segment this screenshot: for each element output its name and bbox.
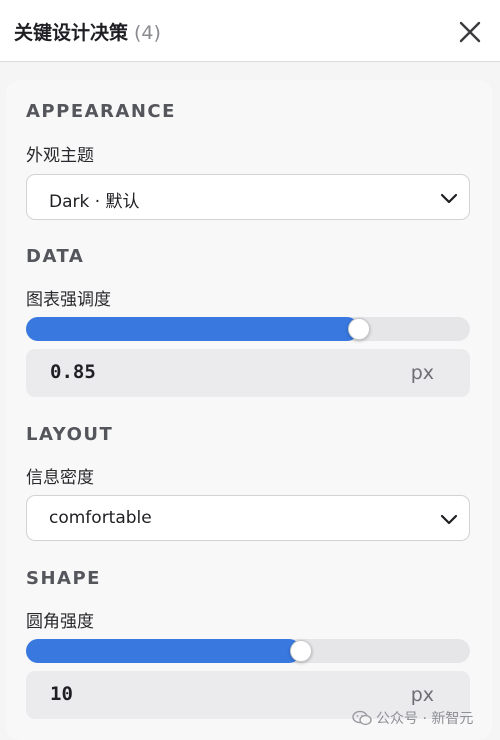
density-label: 信息密度 [26, 468, 94, 488]
close-icon [459, 21, 481, 43]
slider-thumb[interactable] [348, 318, 370, 340]
dialog-header: 关键设计决策 (4) [0, 0, 500, 62]
radius-label: 圆角强度 [26, 612, 94, 632]
intensity-slider[interactable] [26, 317, 470, 341]
slider-fill [26, 639, 301, 663]
wechat-logo-icon [352, 710, 372, 726]
radius-value: 10 [50, 683, 73, 705]
section-title-appearance: APPEARANCE [26, 101, 176, 122]
density-select-value: comfortable [49, 508, 152, 528]
chevron-down-icon [440, 193, 458, 204]
section-title-layout: LAYOUT [26, 424, 114, 445]
density-select[interactable]: comfortable [26, 495, 470, 541]
section-title-data: DATA [26, 246, 85, 267]
intensity-label: 图表强调度 [26, 290, 111, 310]
chevron-down-icon [440, 514, 458, 525]
theme-select-value: Dark · 默认 [49, 192, 140, 212]
intensity-value: 0.85 [50, 361, 96, 383]
theme-label: 外观主题 [26, 146, 94, 166]
radius-slider[interactable] [26, 639, 470, 663]
intensity-unit: px [410, 362, 434, 384]
theme-select[interactable]: Dark · 默认 [26, 174, 470, 220]
close-button[interactable] [454, 16, 486, 48]
intensity-input[interactable]: 0.85 px [26, 349, 470, 397]
watermark: 公众号 · 新智元 [352, 708, 473, 728]
radius-unit: px [410, 684, 434, 706]
decision-count: (4) [134, 22, 161, 44]
section-title-shape: SHAPE [26, 568, 101, 589]
dialog-title: 关键设计决策 (4) [14, 18, 161, 45]
slider-thumb[interactable] [290, 640, 312, 662]
dialog-title-text: 关键设计决策 [14, 22, 129, 44]
watermark-text: 公众号 · 新智元 [376, 711, 474, 727]
slider-fill [26, 317, 359, 341]
